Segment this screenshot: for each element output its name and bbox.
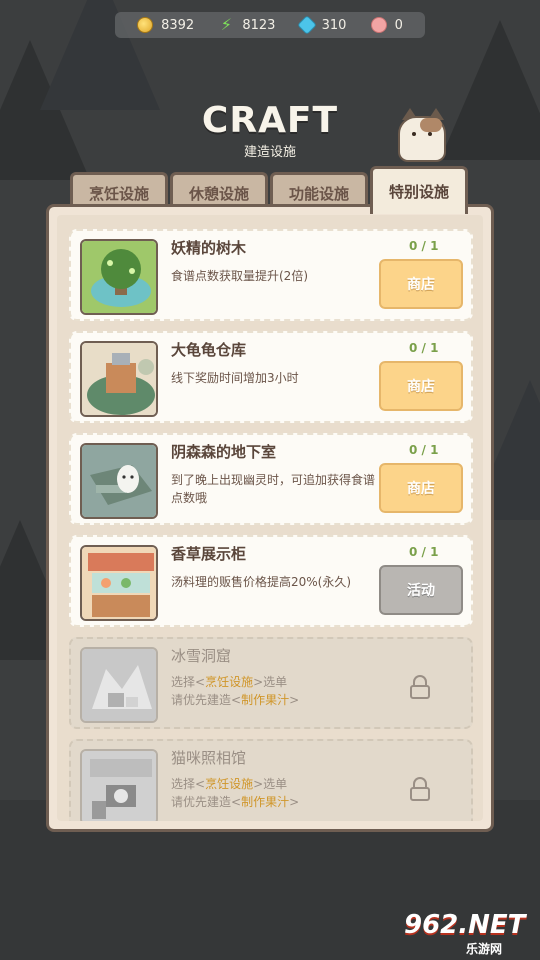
lock-icon <box>409 675 431 699</box>
turtle-warehouse-thumbnail <box>80 341 158 417</box>
vanilla-cabinet-thumbnail <box>80 545 158 621</box>
facility-count: 0 / 1 <box>409 341 439 355</box>
currency-bar: 8392 ⚡ 8123 310 0 <box>115 12 425 38</box>
shop-button[interactable]: 商店 <box>379 259 463 309</box>
facility-count: 0 / 1 <box>409 545 439 559</box>
facility-card-turtle-warehouse[interactable]: 大龟龟仓库 线下奖励时间增加3小时 0 / 1 商店 <box>69 331 473 423</box>
gem-counter: 310 <box>296 15 347 35</box>
shop-button[interactable]: 商店 <box>379 463 463 513</box>
facility-requirement: 选择<烹饪设施>选单 请优先建造<制作果汁> <box>171 675 300 707</box>
watermark-logo: 962.NET 乐游网 <box>404 910 534 956</box>
facility-name: 大龟龟仓库 <box>171 341 247 359</box>
gem-value: 310 <box>321 17 347 33</box>
facility-card-cat-photo-studio[interactable]: 猫咪照相馆 选择<烹饪设施>选单 请优先建造<制作果汁> <box>69 739 473 821</box>
energy-bolt-icon: ⚡ <box>220 15 232 34</box>
facility-card-fairy-tree[interactable]: 妖精的树木 食谱点数获取量提升(2倍) 0 / 1 商店 <box>69 229 473 321</box>
pig-coin-value: 0 <box>394 17 403 33</box>
facility-desc: 线下奖励时间增加3小时 <box>171 371 299 385</box>
coin-counter: 8392 <box>137 17 194 33</box>
tab-special[interactable]: 特别设施 <box>370 166 468 214</box>
facility-list[interactable]: 妖精的树木 食谱点数获取量提升(2倍) 0 / 1 商店 大龟龟仓库 线下奖励时… <box>57 215 483 821</box>
facility-card-vanilla-cabinet[interactable]: 香草展示柜 汤料理的贩售价格提高20%(永久) 0 / 1 活动 <box>69 535 473 627</box>
facility-card-ice-cave[interactable]: 冰雪洞窟 选择<烹饪设施>选单 请优先建造<制作果汁> <box>69 637 473 729</box>
coin-icon <box>137 17 154 33</box>
page-subtitle: 建造设施 <box>243 145 296 160</box>
facility-name: 冰雪洞窟 <box>171 647 232 665</box>
spooky-basement-thumbnail <box>80 443 158 519</box>
cat-mascot-icon <box>396 104 448 162</box>
facility-requirement: 选择<烹饪设施>选单 请优先建造<制作果汁> <box>171 777 300 809</box>
facility-name: 香草展示柜 <box>171 545 247 563</box>
fairy-tree-thumbnail <box>80 239 158 315</box>
energy-value: 8123 <box>242 17 276 33</box>
facility-count: 0 / 1 <box>409 443 439 457</box>
event-button[interactable]: 活动 <box>379 565 463 615</box>
energy-counter: ⚡ 8123 <box>218 15 276 34</box>
cat-photo-studio-thumbnail <box>80 749 158 821</box>
lock-icon <box>409 777 431 801</box>
pig-coin-icon <box>370 17 387 33</box>
facility-name: 妖精的树木 <box>171 239 247 257</box>
facility-desc: 食谱点数获取量提升(2倍) <box>171 269 308 283</box>
shop-button[interactable]: 商店 <box>379 361 463 411</box>
facility-name: 猫咪照相馆 <box>171 749 247 767</box>
page-title: CRAFT <box>201 100 339 141</box>
gem-icon <box>296 15 317 35</box>
facility-card-spooky-basement[interactable]: 阴森森的地下室 到了晚上出现幽灵时，可追加获得食谱点数哦 0 / 1 商店 <box>69 433 473 525</box>
facility-desc: 汤料理的贩售价格提高20%(永久) <box>171 575 352 589</box>
facility-desc: 到了晚上出现幽灵时，可追加获得食谱点数哦 <box>171 473 376 505</box>
facility-count: 0 / 1 <box>409 239 439 253</box>
watermark-text: 962.NET <box>404 910 526 940</box>
facility-panel: 妖精的树木 食谱点数获取量提升(2倍) 0 / 1 商店 大龟龟仓库 线下奖励时… <box>46 204 494 832</box>
facility-name: 阴森森的地下室 <box>171 443 277 461</box>
pig-coin-counter: 0 <box>370 17 403 33</box>
watermark-subtext: 乐游网 <box>466 942 503 956</box>
ice-cave-thumbnail <box>80 647 158 723</box>
coin-value: 8392 <box>161 17 195 33</box>
